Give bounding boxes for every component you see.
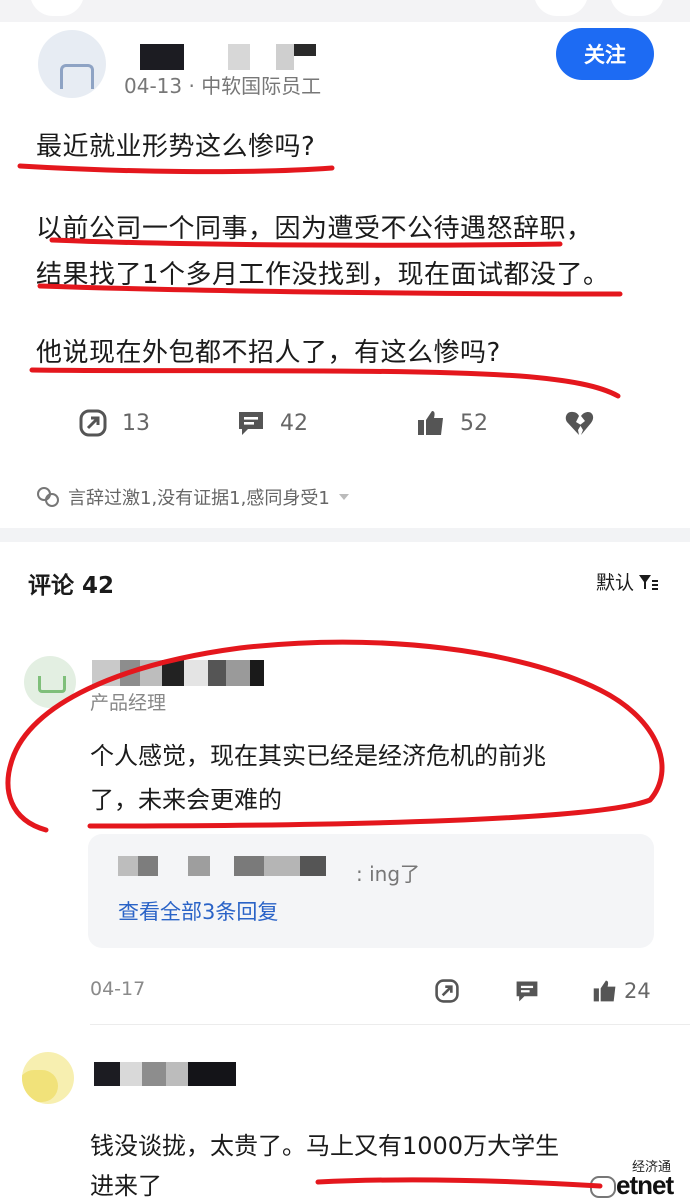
post-line-2: 以前公司一个同事，因为遭受不公待遇怒辞职， <box>36 214 593 244</box>
weibo-logo-icon <box>590 1176 616 1198</box>
comments-title: 评论 42 <box>28 573 115 599</box>
comment-line-1: 个人感觉，现在其实已经是经济危机的前兆 <box>90 742 546 770</box>
filter-icon <box>639 574 659 590</box>
underline-1 <box>17 163 335 175</box>
share-count: 13 <box>122 410 150 436</box>
commenter-avatar[interactable] <box>22 1052 74 1104</box>
post-line-4: 他说现在外包都不招人了，有这么惨吗? <box>36 338 501 368</box>
reaction-icon <box>37 487 59 507</box>
reaction-tags[interactable]: 言辞过激1,没有证据1,感同身受1 <box>36 484 350 510</box>
reaction-tags-text: 言辞过激1,没有证据1,感同身受1 <box>68 488 330 509</box>
post-actions: 13 42 52 <box>0 400 690 450</box>
comment-line-1: 钱没谈拢，太贵了。马上又有1000万大学生 <box>90 1132 560 1160</box>
commenter-avatar[interactable] <box>24 656 76 708</box>
broken-heart-icon <box>565 411 594 435</box>
more-button[interactable] <box>610 0 664 16</box>
post-line-3: 结果找了1个多月工作没找到，现在面试都没了。 <box>36 260 610 290</box>
comment-like-action[interactable]: 24 <box>592 978 651 1004</box>
dislike-action[interactable] <box>564 408 594 438</box>
comment-date: 04-17 <box>90 978 146 1000</box>
reply-preview-text: : ing了 <box>356 862 421 886</box>
comment-line-2: 进来了 <box>90 1172 162 1200</box>
post-meta: 04-13 · 中软国际员工 <box>124 74 322 98</box>
top-bar <box>0 0 690 22</box>
underline-4 <box>29 367 621 399</box>
comment-line-2: 了，未来会更难的 <box>90 786 282 814</box>
post-line-1: 最近就业形势这么惨吗? <box>36 132 316 162</box>
thumbs-up-icon <box>418 411 443 435</box>
view-all-replies-link[interactable]: 查看全部3条回复 <box>118 896 278 926</box>
comment-count: 42 <box>280 410 308 436</box>
username-redacted <box>140 44 316 70</box>
commenter-name-redacted <box>92 660 264 686</box>
comment-icon <box>239 412 263 435</box>
section-divider <box>0 528 690 542</box>
watermark-brand: etnet <box>616 1170 674 1200</box>
avatar[interactable] <box>38 30 106 98</box>
share-icon <box>79 409 107 437</box>
comment-icon[interactable] <box>514 978 540 1004</box>
commenter-name-redacted <box>94 1062 236 1086</box>
underline-5 <box>315 1177 603 1189</box>
chevron-down-icon <box>338 494 349 500</box>
comment-divider <box>90 1024 690 1025</box>
comment-action[interactable]: 42 <box>236 408 308 438</box>
thumbs-up-icon <box>593 980 616 1002</box>
comment-like-count: 24 <box>624 979 651 1003</box>
share-action[interactable]: 13 <box>78 408 150 438</box>
like-count: 52 <box>460 410 488 436</box>
commenter-role: 产品经理 <box>90 692 167 714</box>
sort-button[interactable]: 默认 <box>596 568 659 595</box>
share-icon[interactable] <box>434 978 460 1004</box>
like-action[interactable]: 52 <box>416 408 488 438</box>
sort-label: 默认 <box>596 572 635 594</box>
share-button[interactable] <box>534 0 588 16</box>
back-button[interactable] <box>30 0 84 16</box>
follow-button[interactable]: 关注 <box>556 28 654 80</box>
replies-box[interactable] <box>88 834 654 948</box>
reply-author-redacted <box>118 856 326 876</box>
